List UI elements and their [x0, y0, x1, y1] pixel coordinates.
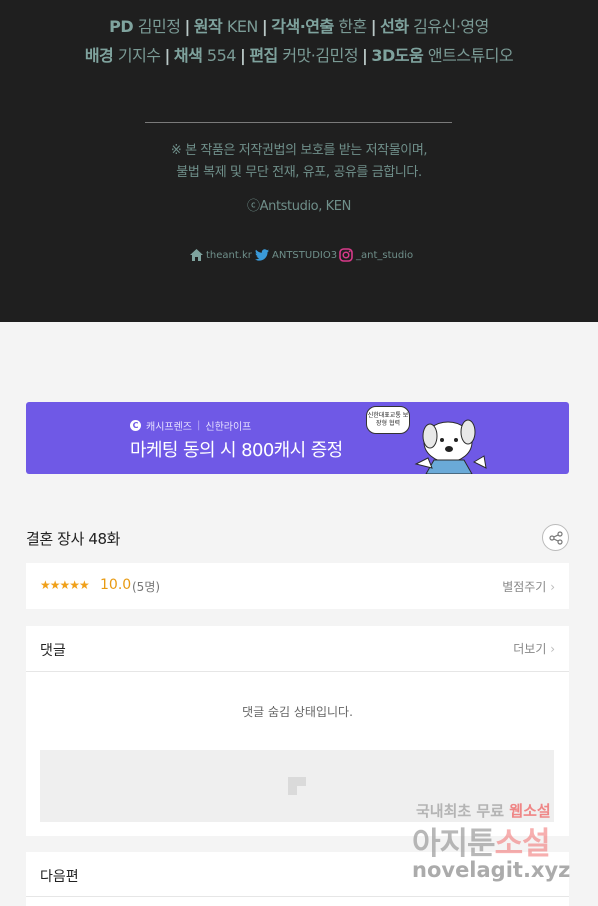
instagram-label: _ant_studio [356, 249, 414, 261]
credit-name: 554 [206, 46, 237, 65]
comments-more-button[interactable]: 더보기 › [513, 640, 555, 657]
credit-role: PD [109, 17, 134, 36]
watermark: 국내최초 무료 웹소설 아지툰소설 novelagit.xyz [410, 800, 585, 890]
banner-partner: 신한라이프 [205, 422, 252, 433]
rating-stars-icon: ★★★★★ [40, 578, 90, 592]
credit-name: 김유신·영영 [413, 17, 489, 36]
credit-role: 채색 [173, 46, 203, 65]
credit-name: KEN [226, 17, 259, 36]
rating-card: ★★★★★ 10.0 (5명) 별점주기 › [26, 563, 569, 609]
next-episode-divider [26, 896, 569, 897]
banner-brand-row: C 캐시프렌즈 | 신한라이프 [130, 418, 251, 433]
twitter-link[interactable]: ANTSTUDIO3 [255, 245, 337, 265]
cashfriends-logo-icon: C [130, 420, 141, 431]
credits-panel: PD 김민정 | 원작 KEN | 각색·연출 한혼 | 선화 김유신·영영 배경 기지수 |… [0, 0, 598, 322]
credit-name: 한혼 [338, 17, 367, 36]
banner-headline: 마케팅 동의 시 800캐시 증정 [130, 440, 343, 461]
credit-role: 배경 [84, 46, 114, 65]
credit-role: 각색·연출 [271, 17, 334, 36]
homepage-label: theant.kr [206, 249, 252, 261]
share-icon [548, 530, 563, 545]
next-episode-label: 다음편 [40, 869, 79, 885]
rate-button-label: 별점주기 [502, 580, 547, 594]
copyright-notice-line-1: ※ 본 작품은 저작권법의 보호를 받는 저작물이며, [170, 143, 428, 158]
credit-name: 커맛·김민정 [282, 46, 359, 65]
instagram-link[interactable]: _ant_studio [339, 245, 413, 265]
watermark-text: 아지툰 [412, 826, 496, 862]
more-label: 더보기 [513, 642, 547, 656]
episode-title: 결혼 장사 48화 [26, 530, 121, 548]
credit-name: 기지수 [117, 46, 161, 65]
speech-bubble: 신한대표교통 보장형 협력 [366, 406, 410, 434]
credit-role: 선화 [380, 17, 409, 36]
banner-brand: 캐시프렌즈 [146, 422, 192, 433]
credit-name: 앤트스튜디오 [427, 46, 514, 65]
credit-role: 3D도움 [371, 46, 424, 65]
share-button[interactable] [542, 524, 569, 551]
rate-button[interactable]: 별점주기 › [502, 578, 555, 595]
instagram-icon [339, 248, 353, 262]
copyright-text: ⓒAntstudio, KEN [247, 199, 351, 214]
credits-divider [145, 122, 452, 123]
home-icon [190, 249, 203, 261]
credit-role: 편집 [249, 46, 278, 65]
rating-count: (5명) [132, 580, 161, 594]
credit-name: 김민정 [137, 17, 181, 36]
copyright-notice-line-2: 불법 복제 및 무단 전재, 유포, 공유를 금합니다. [176, 165, 422, 180]
twitter-icon [255, 249, 269, 261]
homepage-link[interactable]: theant.kr [190, 245, 252, 265]
chevron-right-icon: › [550, 580, 555, 594]
comments-hidden-message: 댓글 숨김 상태입니다. [242, 705, 353, 719]
chevron-right-icon: › [550, 642, 555, 656]
twitter-label: ANTSTUDIO3 [272, 249, 338, 261]
comments-header: 댓글 [40, 643, 66, 659]
placeholder-image-icon [288, 777, 306, 795]
credits-line-2: 배경 기지수 | 채색 554 | 편집 커맛·김민정 | 3D도움 앤트스튜디오 [84, 46, 514, 65]
credit-role: 원작 [193, 17, 223, 36]
promo-banner[interactable]: C 캐시프렌즈 | 신한라이프 마케팅 동의 시 800캐시 증정 신한대표교통… [26, 402, 569, 474]
credits-line-1: PD 김민정 | 원작 KEN | 각색·연출 한혼 | 선화 김유신·영영 [109, 17, 489, 36]
rating-score: 10.0 [100, 577, 132, 593]
watermark-text: 소설 [494, 826, 551, 862]
comments-divider [26, 671, 569, 672]
watermark-text: novelagit.xyz [412, 858, 571, 882]
